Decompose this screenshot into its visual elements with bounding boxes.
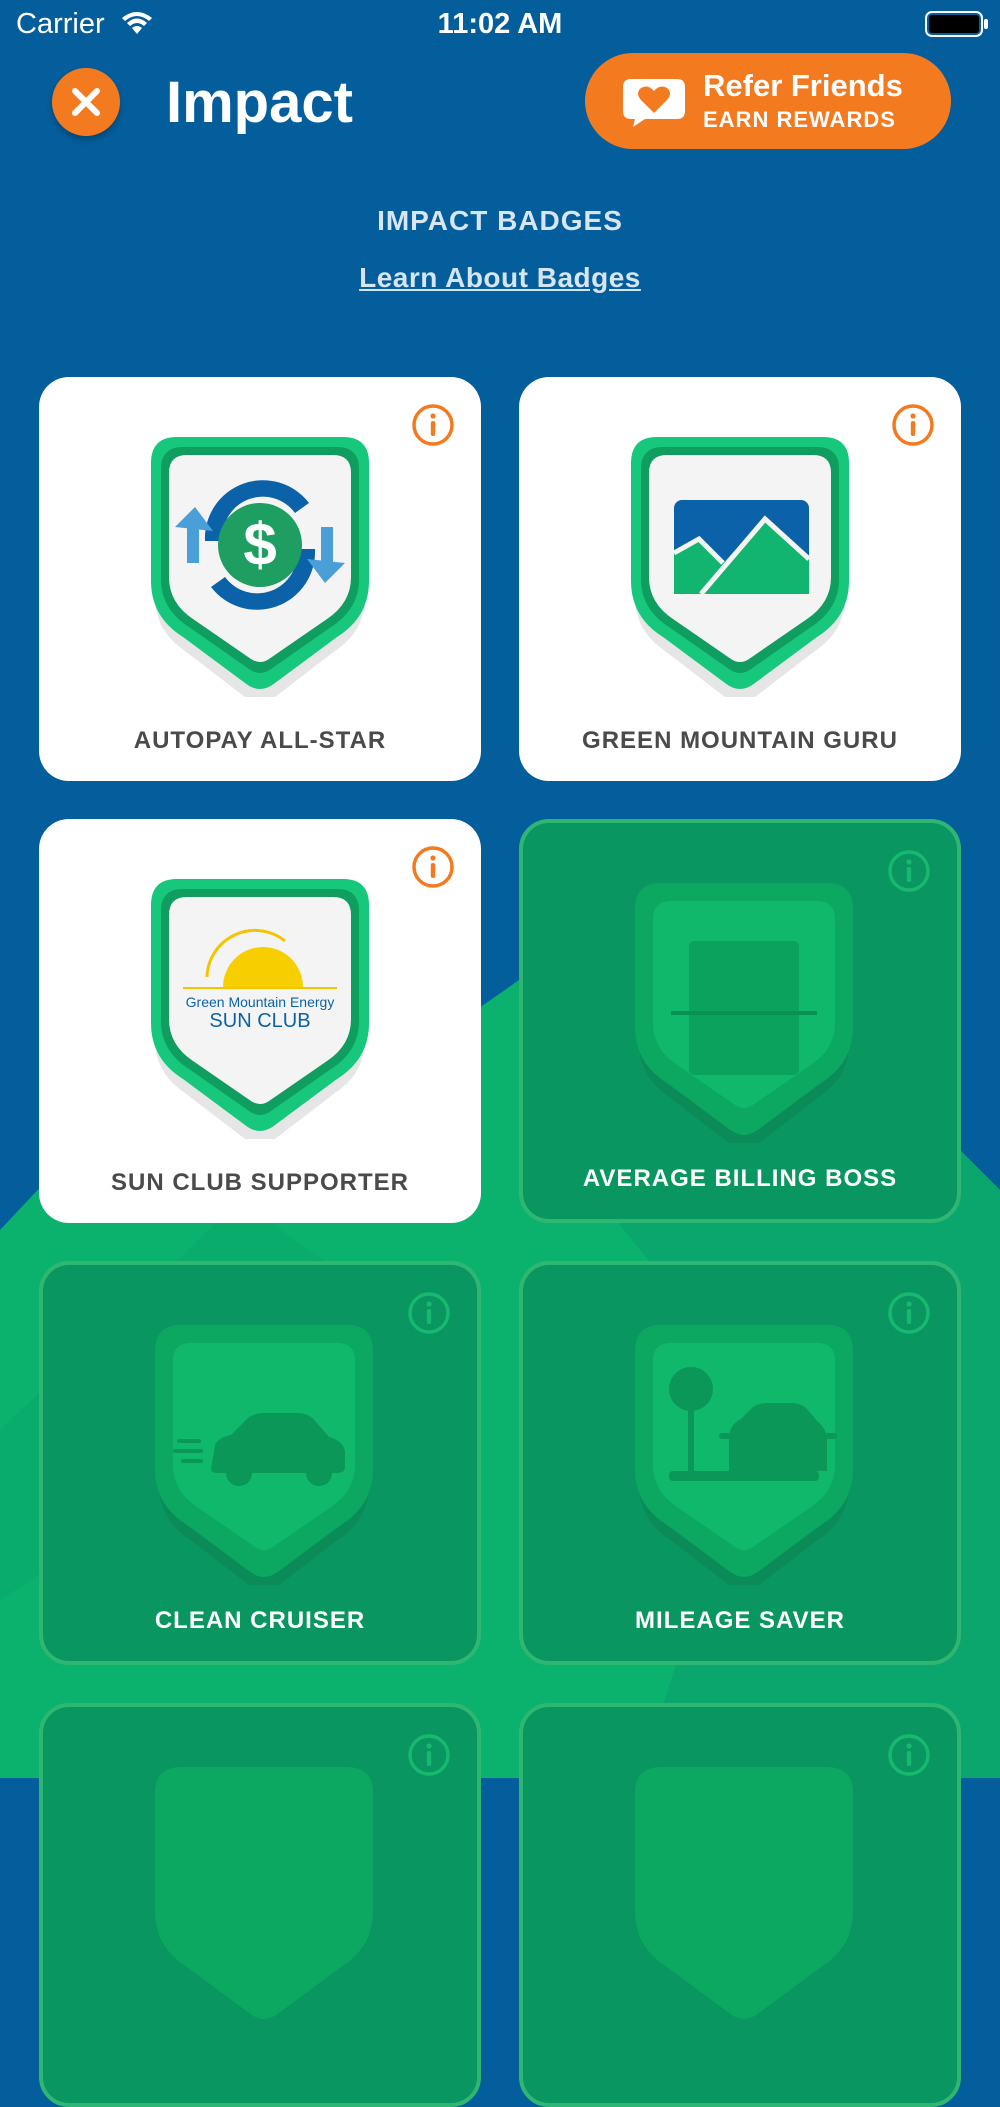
mountain-image-icon bbox=[631, 437, 849, 697]
svg-text:$: $ bbox=[243, 511, 276, 578]
info-icon[interactable] bbox=[407, 1291, 451, 1335]
heart-chat-icon bbox=[623, 79, 685, 127]
sun-club-logo-line2: SUN CLUB bbox=[209, 1010, 310, 1032]
info-icon[interactable] bbox=[887, 1291, 931, 1335]
refer-subtitle: EARN REWARDS bbox=[703, 107, 896, 132]
section-title: IMPACT BADGES bbox=[377, 205, 623, 236]
badge-card-autopay[interactable]: $ AUTOPAY ALL-STAR bbox=[39, 377, 481, 781]
info-icon[interactable] bbox=[407, 1733, 451, 1777]
badge-label: AUTOPAY ALL-STAR bbox=[133, 727, 387, 754]
badge-label: AVERAGE BILLING BOSS bbox=[582, 1165, 898, 1192]
badge-card-locked[interactable] bbox=[39, 1703, 481, 2107]
learn-about-badges-link[interactable]: Learn About Badges bbox=[0, 262, 1000, 294]
badge-card-sun-club[interactable]: Green Mountain Energy SUN CLUB SUN CLUB … bbox=[39, 819, 481, 1223]
badge-card-clean-cruiser[interactable]: CLEAN CRUISER bbox=[39, 1261, 481, 1665]
badge-card-green-mountain-guru[interactable]: GREEN MOUNTAIN GURU bbox=[519, 377, 961, 781]
battery-icon bbox=[925, 11, 988, 37]
badge-label: MILEAGE SAVER bbox=[635, 1607, 845, 1634]
refer-friends-button[interactable]: Refer Friends EARN REWARDS bbox=[585, 53, 951, 149]
locked-badge-icon bbox=[635, 1767, 853, 2019]
info-icon[interactable] bbox=[411, 845, 455, 889]
info-icon[interactable] bbox=[411, 403, 455, 447]
page-title: Impact bbox=[166, 70, 353, 135]
badge-card-mileage-saver[interactable]: MILEAGE SAVER bbox=[519, 1261, 961, 1665]
badge-label: GREEN MOUNTAIN GURU bbox=[582, 727, 898, 754]
close-button[interactable] bbox=[52, 68, 120, 136]
badge-label: CLEAN CRUISER bbox=[154, 1607, 366, 1634]
billing-document-icon bbox=[635, 883, 853, 1143]
info-icon[interactable] bbox=[887, 1733, 931, 1777]
clock: 11:02 AM bbox=[437, 8, 563, 40]
info-icon[interactable] bbox=[887, 849, 931, 893]
badge-card-locked[interactable] bbox=[519, 1703, 961, 2107]
car-parking-icon bbox=[635, 1325, 853, 1585]
autopay-dollar-icon: $ bbox=[151, 437, 369, 697]
close-icon bbox=[72, 88, 100, 116]
refer-title: Refer Friends bbox=[703, 68, 903, 103]
sun-club-logo: Green Mountain Energy SUN CLUB bbox=[151, 879, 369, 1139]
locked-badge-icon bbox=[155, 1767, 373, 2019]
electric-car-icon bbox=[155, 1325, 373, 1585]
badge-label: SUN CLUB SUPPORTER bbox=[110, 1169, 410, 1196]
info-icon[interactable] bbox=[891, 403, 935, 447]
badge-card-average-billing[interactable]: AVERAGE BILLING BOSS bbox=[519, 819, 961, 1223]
sun-club-logo-line1: Green Mountain Energy bbox=[186, 994, 335, 1010]
